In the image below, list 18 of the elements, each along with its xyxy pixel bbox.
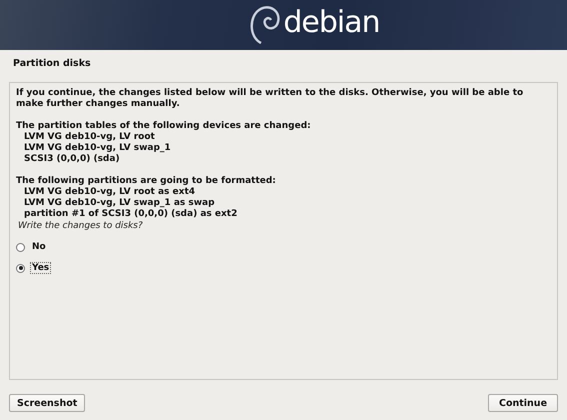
device-item: LVM VG deb10-vg, LV root as ext4: [24, 187, 196, 198]
continue-button[interactable]: Continue: [488, 394, 558, 412]
question-text: Write the changes to disks?: [18, 221, 144, 232]
radio-button[interactable]: [16, 264, 25, 272]
screenshot-button[interactable]: Screenshot: [9, 394, 86, 412]
device-item: LVM VG deb10-vg, LV swap_1: [24, 143, 172, 154]
device-item: partition #1 of SCSI3 (0,0,0) (sda) as ext2: [24, 209, 238, 220]
section-heading: The following partitions are going to be formatted:: [16, 176, 277, 187]
intro-text: If you continue, the changes listed below will be written to the disks. Otherwise, you will be able to make further changes manually.: [16, 88, 524, 110]
option-label[interactable]: No: [30, 241, 48, 253]
device-item: SCSI3 (0,0,0) (sda): [24, 154, 121, 165]
device-item: LVM VG deb10-vg, LV root: [24, 132, 156, 143]
option-label[interactable]: Yes: [30, 262, 52, 274]
section-heading: The partition tables of the following devices are changed:: [16, 121, 312, 132]
device-item: LVM VG deb10-vg, LV swap_1 as swap: [24, 198, 216, 209]
logo-text: debian: [283, 8, 380, 42]
page-title: Partition disks: [13, 58, 92, 71]
radio-button[interactable]: [16, 242, 25, 252]
